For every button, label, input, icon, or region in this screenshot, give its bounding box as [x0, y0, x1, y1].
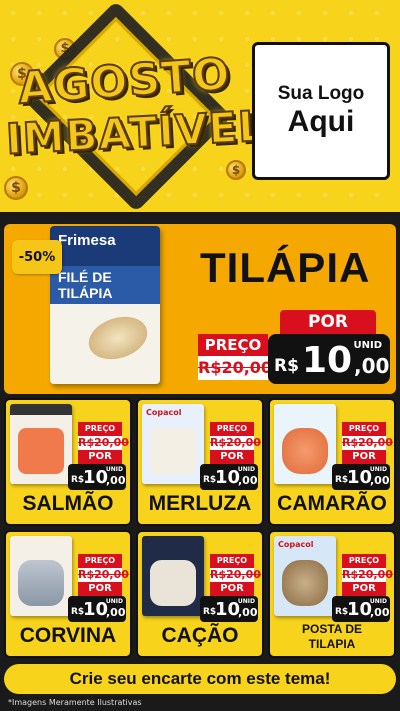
price-cents: ,00	[238, 606, 258, 619]
unit-label: UNID	[237, 598, 255, 605]
price-label: PREÇO	[78, 554, 122, 568]
unit-label: UNID	[369, 598, 387, 605]
por-label: POR	[210, 582, 254, 596]
price-label: PREÇO	[342, 422, 386, 436]
product-name: CORVINA	[19, 624, 117, 647]
price-label: PREÇO	[342, 554, 386, 568]
new-price: R$ 10 ,00 UNID	[332, 464, 390, 490]
price-cents: ,00	[370, 606, 390, 619]
featured-product-name: TILÁPIA	[200, 244, 371, 291]
por-label: POR	[342, 450, 386, 464]
old-price: R$20,00	[78, 568, 129, 582]
por-label: POR	[280, 310, 376, 334]
discount-badge: -50%	[12, 240, 62, 274]
price-integer: 10	[347, 467, 373, 488]
price-integer: 10	[83, 467, 109, 488]
disclaimer: *Imagens Meramente Ilustrativas	[8, 698, 142, 707]
coin-icon: $	[226, 160, 246, 180]
price-integer: 10	[302, 340, 353, 381]
old-price: R$20,00	[78, 436, 129, 450]
old-price: R$20,00	[210, 568, 261, 582]
por-label: POR	[78, 582, 122, 596]
header-banner: $ $ $ $ AGOSTO IMBATÍVEL Sua Logo Aqui	[0, 0, 400, 212]
product-image-cacao	[142, 536, 204, 616]
unit-label: UNID	[105, 598, 123, 605]
old-price: R$20,00	[210, 436, 261, 450]
old-price: R$20,00	[198, 356, 272, 380]
product-name: POSTA DE TILAPIA	[301, 622, 362, 651]
old-price: R$20,00	[342, 436, 393, 450]
por-label: POR	[342, 582, 386, 596]
coin-icon: $	[4, 176, 28, 200]
price-label: PREÇO	[210, 422, 254, 436]
product-image-corvina	[10, 536, 72, 616]
por-label: POR	[210, 450, 254, 464]
product-name: CAMARÃO	[277, 492, 387, 515]
new-price: R$ 10 ,00 UNID	[68, 596, 126, 622]
old-price: R$20,00	[342, 568, 393, 582]
price-integer: 10	[83, 599, 109, 620]
package-brand: Frimesa	[58, 232, 116, 249]
price-label: PREÇO	[198, 334, 268, 356]
product-image-camarao	[274, 404, 336, 484]
fish-fillet-icon	[83, 309, 153, 367]
price-label: PREÇO	[78, 422, 122, 436]
logo-line-1: Sua Logo	[277, 83, 365, 104]
product-image-salmao	[10, 404, 72, 484]
product-name: SALMÃO	[22, 492, 114, 515]
price-integer: 10	[215, 467, 241, 488]
price-cents: ,00	[370, 474, 390, 487]
new-price: R$ 10 ,00 UNID	[332, 596, 390, 622]
product-name: CAÇÃO	[161, 624, 239, 647]
unit-label: UNID	[237, 466, 255, 473]
unit-label: UNID	[369, 466, 387, 473]
product-image-posta-tilapia: Copacol	[274, 536, 336, 616]
por-label: POR	[78, 450, 122, 464]
new-price: R$ 10 ,00 UNID	[268, 334, 390, 384]
price-integer: 10	[347, 599, 373, 620]
unit-label: UNID	[105, 466, 123, 473]
logo-line-2: Aqui	[287, 105, 355, 138]
price-cents: ,00	[106, 474, 126, 487]
logo-placeholder[interactable]: Sua Logo Aqui	[252, 42, 390, 180]
package-brand: Copacol	[146, 408, 182, 417]
product-name: MERLUZA	[148, 492, 252, 515]
price-cents: ,00	[238, 474, 258, 487]
unit-label: UNID	[353, 340, 382, 351]
product-image-merluza: Copacol	[142, 404, 204, 484]
price-label: PREÇO	[210, 554, 254, 568]
featured-product-image: Frimesa FILÉ DE TILÁPIA	[50, 226, 160, 384]
new-price: R$ 10 ,00 UNID	[68, 464, 126, 490]
new-price: R$ 10 ,00 UNID	[200, 596, 258, 622]
currency: R$	[274, 356, 299, 376]
cta-banner[interactable]: Crie seu encarte com este tema!	[4, 664, 396, 694]
package-text: FILÉ DE TILÁPIA	[50, 266, 160, 304]
new-price: R$ 10 ,00 UNID	[200, 464, 258, 490]
price-integer: 10	[215, 599, 241, 620]
price-cents: ,00	[354, 354, 390, 378]
package-brand: Copacol	[278, 540, 314, 549]
price-cents: ,00	[106, 606, 126, 619]
